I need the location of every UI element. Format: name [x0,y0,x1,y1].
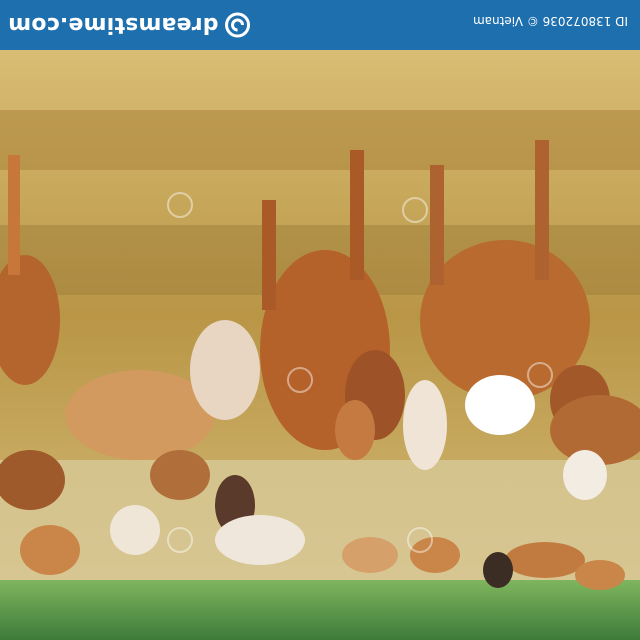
cow [150,450,210,500]
brand-text: dreamstime.com [8,12,219,38]
cow [403,380,447,470]
grass-strip [0,580,640,640]
cow [20,525,80,575]
cow-leg [350,150,364,280]
cow [342,537,398,573]
top-banner: dreamstime.com ID 138072036 © Vietnam [0,0,640,50]
cow [483,552,513,588]
cow [410,537,460,573]
cow [335,400,375,460]
cow [190,320,260,420]
brand-logo: dreamstime.com [8,8,251,42]
cow-leg [8,155,20,275]
cow [215,515,305,565]
photo-scene [0,50,640,640]
cow [563,450,607,500]
cow [575,560,625,590]
cow-patch [465,375,535,435]
cow-leg [430,165,444,285]
cow [110,505,160,555]
spiral-logo-icon [225,12,251,38]
cow-leg [535,140,549,280]
cow [505,542,585,578]
cow-leg [262,200,276,310]
image-credit: ID 138072036 © Vietnam [473,14,628,28]
